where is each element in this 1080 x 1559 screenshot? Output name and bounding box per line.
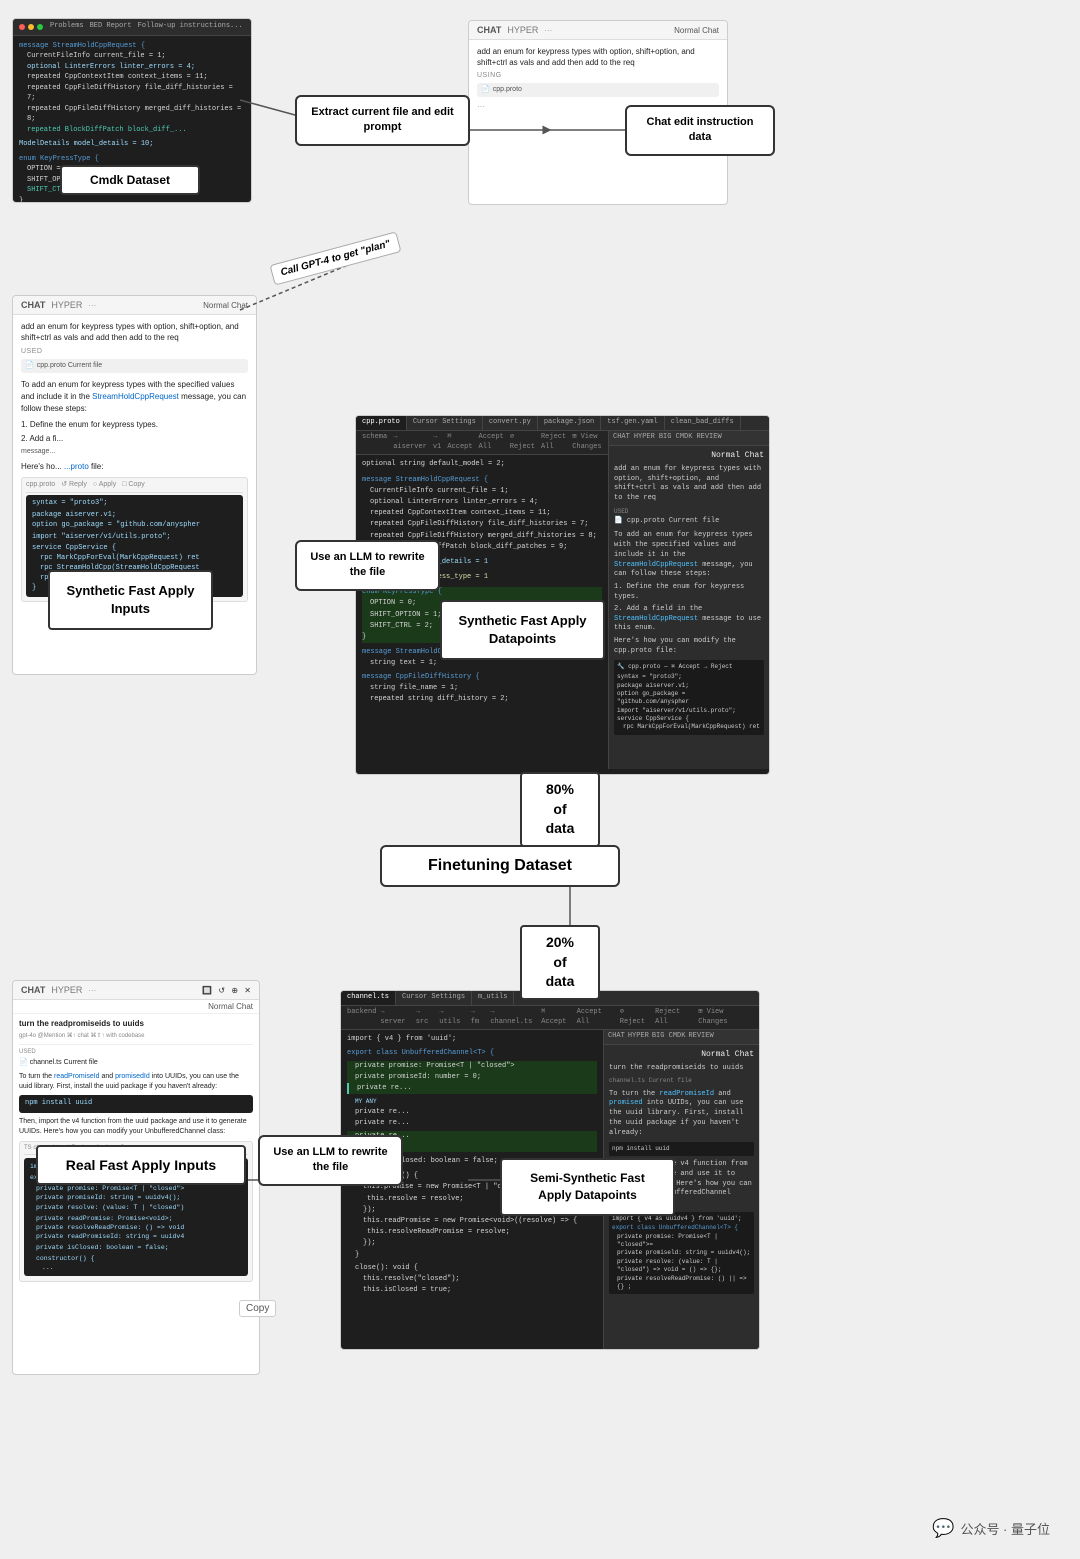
synthetic-inputs-label: Synthetic Fast Apply Inputs xyxy=(48,570,213,630)
chat-prompt-tr: add an enum for keypress types with opti… xyxy=(477,46,719,68)
tab-cpp-proto: cpp.proto xyxy=(356,416,407,430)
diagram-container: Problems BED Report Follow-up instructio… xyxy=(0,0,1080,1559)
ide-action-bar: schema → aiserver → v1 ⌘ Accept Accept A… xyxy=(356,431,608,456)
ide-card-mid: cpp.proto Cursor Settings convert.py pac… xyxy=(355,415,770,775)
ide-action-bar-bottom: backend → server → src → utils → fm → ch… xyxy=(341,1006,759,1031)
hyper-label: HYPER xyxy=(507,25,538,35)
chat-body-mid-left: add an enum for keypress types with opti… xyxy=(13,315,256,608)
ide-chat-content: Normal Chat add an enum for keypress typ… xyxy=(609,446,769,739)
normal-chat-bar: Normal Chat xyxy=(13,1000,259,1014)
ide-tab-bar: cpp.proto Cursor Settings convert.py pac… xyxy=(356,416,769,431)
tab-cursor-settings-b: Cursor Settings xyxy=(396,991,472,1005)
tab-cursor-settings: Cursor Settings xyxy=(407,416,483,430)
dot-green xyxy=(37,24,43,30)
rewrite-label-top: Use an LLM to rewrite the file xyxy=(295,540,440,591)
rewrite-label-bottom: Use an LLM to rewrite the file xyxy=(258,1135,403,1186)
twenty-percent-badge: 20%ofdata xyxy=(520,925,600,1000)
tab-convert: convert.py xyxy=(483,416,538,430)
chat-header-bottom-left: CHAT HYPER ··· 🔲 ↺ ⊕ ✕ xyxy=(13,981,259,1000)
ide-chat-panel: CHAT HYPER BIG CMDK REVIEW Normal Chat a… xyxy=(609,431,769,769)
terminal-tab-bed: BED Report xyxy=(90,22,132,32)
chat-header-top-right: CHAT HYPER ··· Normal Chat xyxy=(469,21,727,40)
real-fast-label: Real Fast Apply Inputs xyxy=(36,1145,246,1185)
file-icon-tr: 📄 xyxy=(481,85,490,95)
dot-red xyxy=(19,24,25,30)
chat-header-mid-left: CHAT HYPER ··· Normal Chat xyxy=(13,296,256,315)
synthetic-datapoints-label: Synthetic Fast Apply Datapoints xyxy=(440,600,605,660)
tab-tsf-gen: tsf.gen.yaml xyxy=(601,416,664,430)
chat-hyper-label: CHAT xyxy=(477,25,501,35)
eighty-text: 80%ofdata xyxy=(532,780,588,839)
terminal-header: Problems BED Report Follow-up instructio… xyxy=(13,19,251,36)
wechat-icon: 💬 xyxy=(932,1518,954,1539)
plan-label: Call GPT-4 to get "plan" xyxy=(270,231,402,285)
dot-yellow xyxy=(28,24,34,30)
terminal-tab-followup: Follow-up instructions... xyxy=(138,22,243,32)
tab-channel-ts: channel.ts xyxy=(341,991,396,1005)
normal-chat-label-tr: Normal Chat xyxy=(674,26,719,35)
eighty-percent-badge: 80%ofdata xyxy=(520,772,600,847)
file-ref-tr: 📄 cpp.proto xyxy=(477,83,719,97)
extract-label-box: Extract current file and edit prompt xyxy=(295,95,470,146)
cmdk-dataset-label: Cmdk Dataset xyxy=(60,165,200,195)
using-label-tr: USING xyxy=(477,71,719,81)
twenty-text: 20%ofdata xyxy=(532,933,588,992)
tab-package: package.json xyxy=(538,416,601,430)
finetune-dataset-box: Finetuning Dataset xyxy=(380,845,620,887)
chat-edit-label: Chat edit instruction data xyxy=(625,105,775,156)
tab-m-utils-b: m_utils xyxy=(472,991,514,1005)
ellipsis-label: ··· xyxy=(544,26,552,35)
tab-clean-bad: clean_bad_diffs xyxy=(665,416,741,430)
copy-label[interactable]: Copy xyxy=(239,1300,276,1317)
watermark: 💬 公众号 · 量子位 xyxy=(932,1518,1050,1539)
terminal-tab-problems: Problems xyxy=(50,22,84,32)
semi-synthetic-label: Semi-Synthetic Fast Apply Datapoints xyxy=(500,1158,675,1216)
